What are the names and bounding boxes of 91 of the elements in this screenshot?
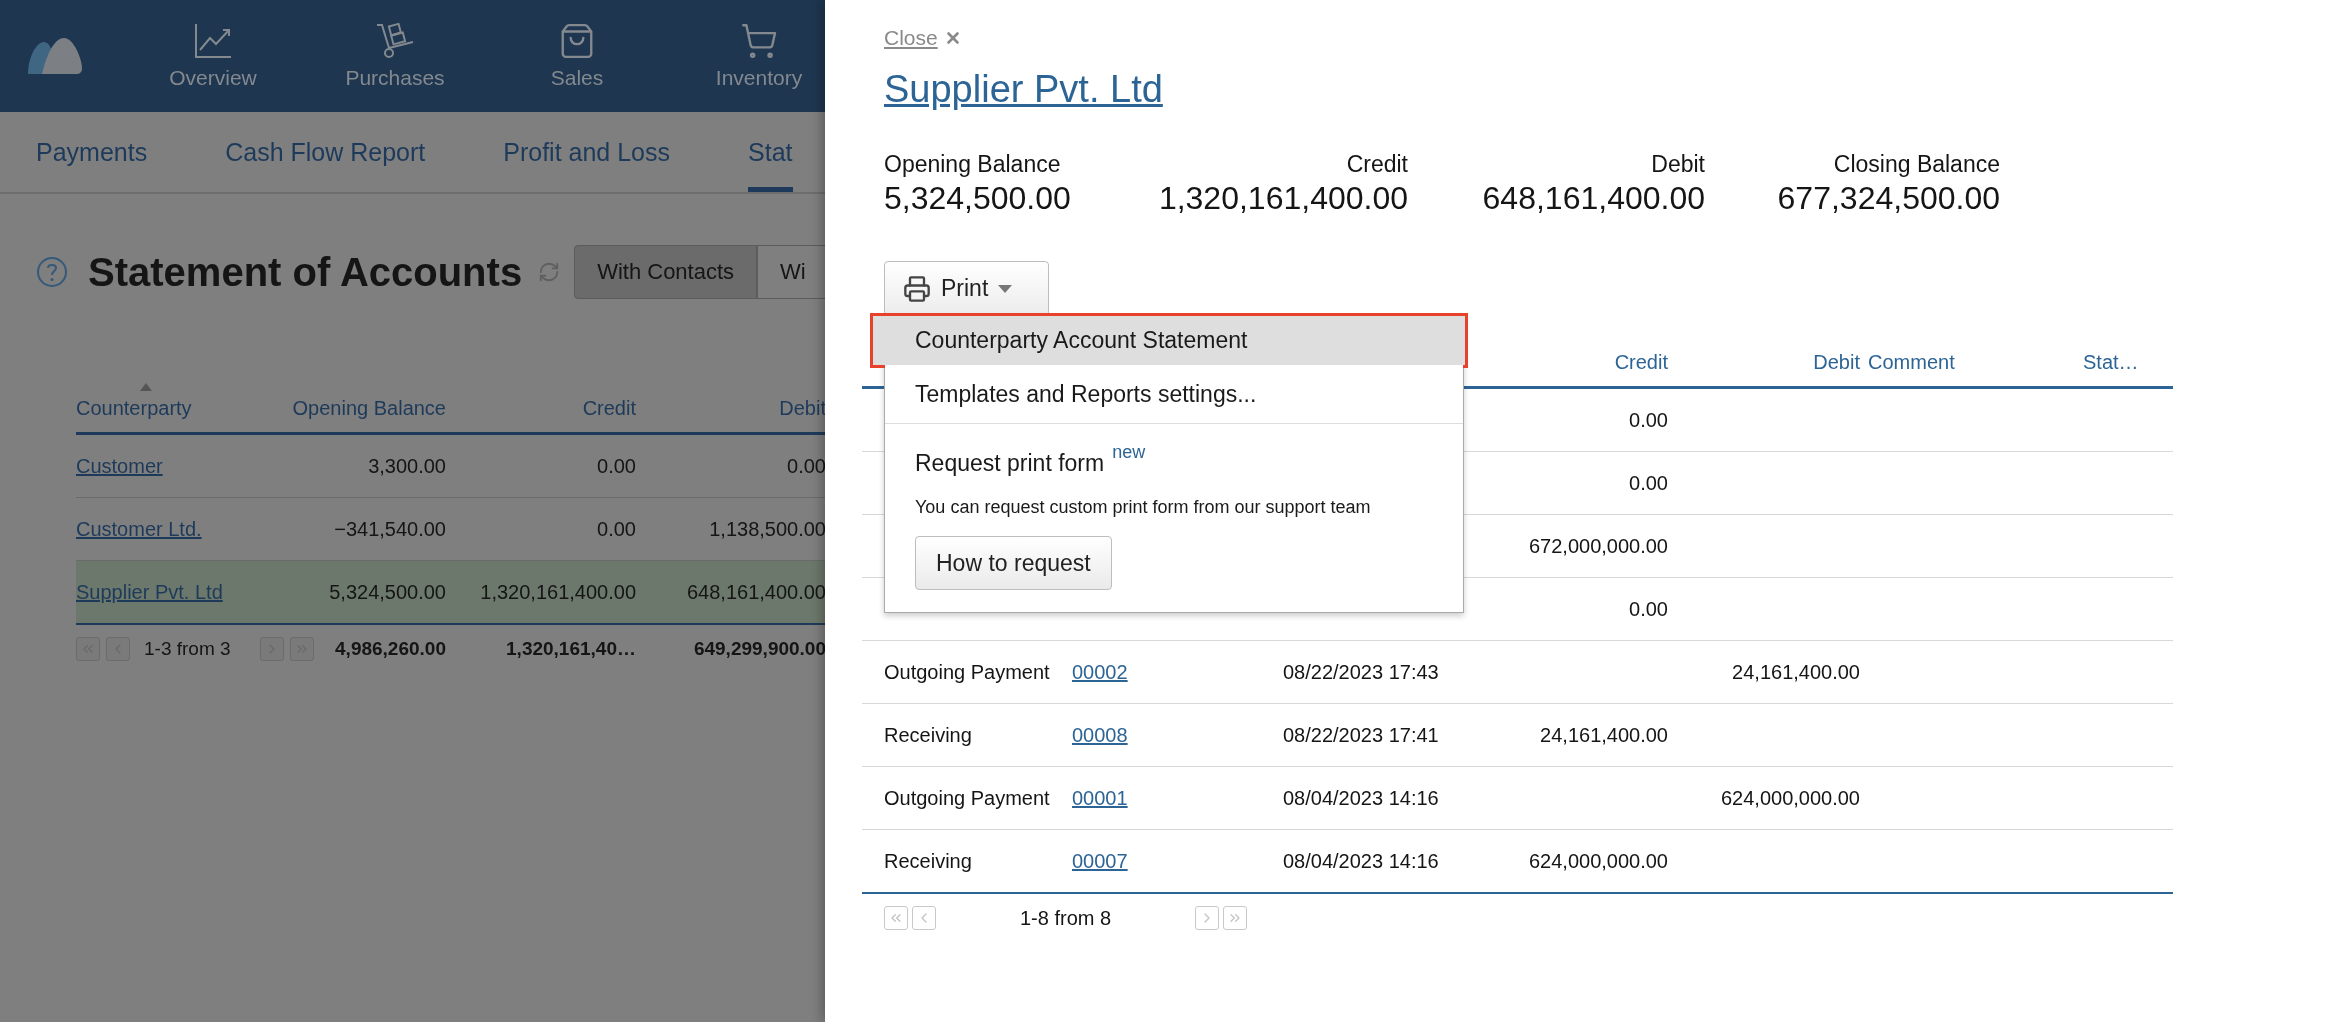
- table-cell-text: Receiving: [883, 723, 973, 747]
- table-cell-text: 08/22/2023 17:41: [1283, 723, 1440, 747]
- table-cell-text: 08/22/2023 17:43: [1283, 660, 1440, 684]
- column-header[interactable]: Credit: [1502, 350, 1668, 374]
- panel-title-link[interactable]: Supplier Pvt. Ltd: [884, 68, 2338, 111]
- column-header[interactable]: Counterparty: [76, 370, 260, 432]
- table-cell-text: 08/04/2023 14:16: [1283, 786, 1440, 810]
- record-count: 1-3 from 3: [144, 638, 231, 660]
- view-toggle-button[interactable]: With Contacts: [574, 245, 758, 299]
- close-link[interactable]: Close: [884, 26, 938, 50]
- counterparty-link[interactable]: Customer: [76, 454, 163, 477]
- new-label: new: [1112, 442, 1146, 463]
- printer-icon: [903, 274, 931, 303]
- table-cell-text: 0.00: [1628, 471, 1668, 495]
- nav-label: Overview: [169, 66, 257, 90]
- summary-value: 677,324,500.00: [1777, 180, 2000, 217]
- table-cell-text: 624,000,000.00: [1719, 786, 1860, 810]
- table-cell-text: Outgoing Payment: [883, 786, 1051, 810]
- request-print-form-label: Request print form: [915, 450, 1105, 477]
- hand-truck-icon: [375, 22, 415, 60]
- pager-button[interactable]: [912, 906, 936, 930]
- table-cell-text: 24,161,400.00: [1731, 660, 1860, 684]
- pager-button[interactable]: [1195, 906, 1220, 930]
- how-to-request-button[interactable]: How to request: [915, 536, 1112, 590]
- nav-item[interactable]: Overview: [122, 22, 304, 90]
- summary-label: Credit: [1346, 151, 1408, 178]
- table-cell-text: 1,138,500.00: [708, 517, 825, 541]
- table-cell-text: 648,161,400.00: [685, 580, 825, 604]
- summary-value: 1,320,161,400.00: [1158, 180, 1408, 217]
- summary-value: 648,161,400.00: [1482, 180, 1705, 217]
- total-cell-text: 649,299,900.00: [692, 638, 825, 660]
- table-cell-text: 672,000,000.00: [1527, 534, 1668, 558]
- table-cell-text: 0.00: [1628, 408, 1668, 432]
- table-cell-text: 0.00: [1628, 597, 1668, 621]
- table-cell-text: 624,000,000.00: [1527, 849, 1668, 873]
- pager-button[interactable]: [1223, 906, 1248, 930]
- summary-label: Opening Balance: [884, 151, 1061, 178]
- request-description: You can request custom print form from our support team: [915, 497, 1372, 518]
- shopping-cart-icon: [740, 22, 778, 60]
- document-link[interactable]: 00001: [1072, 786, 1128, 809]
- column-header[interactable]: Debit: [636, 370, 825, 432]
- table-cell-text: 08/04/2023 14:16: [1283, 849, 1440, 873]
- column-header[interactable]: Credit: [446, 370, 636, 432]
- document-link[interactable]: 00007: [1072, 849, 1128, 872]
- nav-label: Sales: [550, 66, 604, 90]
- table-cell-text: 1,320,161,400.00: [479, 580, 636, 604]
- table-cell-text: 0.00: [596, 454, 636, 478]
- help-icon[interactable]: [36, 256, 68, 288]
- refresh-icon[interactable]: [538, 261, 561, 283]
- nav-item[interactable]: Sales: [486, 22, 668, 90]
- sub-tab[interactable]: Payments: [36, 112, 148, 192]
- table-cell-text: 24,161,400.00: [1539, 723, 1668, 747]
- sort-arrow-icon: [140, 383, 152, 391]
- table-row[interactable]: Supplier Pvt. Ltd 5,324,500.00 1,320,161,400.00 648,161,400.00: [76, 561, 825, 625]
- print-button[interactable]: Print: [884, 261, 1049, 316]
- view-toggle-button[interactable]: Wi: [757, 245, 825, 299]
- table-cell-text: 3,300.00: [367, 454, 446, 478]
- record-count: 1-8 from 8: [1020, 906, 1112, 930]
- sub-tab[interactable]: Stat: [748, 112, 793, 192]
- counterparty-link[interactable]: Supplier Pvt. Ltd: [76, 580, 223, 603]
- table-cell-text: Receiving: [883, 849, 973, 873]
- nav-label: Inventory: [715, 66, 803, 90]
- total-cell-text: 4,986,260.00: [334, 638, 446, 660]
- nav-label: Purchases: [345, 66, 445, 90]
- menu-item[interactable]: Counterparty Account Statement: [873, 316, 1465, 365]
- sub-tab[interactable]: Cash Flow Report: [225, 112, 426, 192]
- summary-value: 5,324,500.00: [884, 180, 1071, 217]
- table-cell-text: Outgoing Payment: [883, 660, 1051, 684]
- document-link[interactable]: 00002: [1072, 660, 1128, 683]
- counterparty-link[interactable]: Customer Ltd.: [76, 517, 202, 540]
- column-header[interactable]: Stat…: [2083, 350, 2173, 374]
- column-header[interactable]: Debit: [1668, 350, 1860, 374]
- table-cell-text: 0.00: [786, 454, 825, 478]
- table-cell-text: −341,540.00: [333, 517, 446, 541]
- nav-item[interactable]: Purchases: [304, 22, 486, 90]
- column-header[interactable]: Comment: [1860, 350, 2083, 374]
- document-link[interactable]: 00008: [1072, 723, 1128, 746]
- total-cell-text: 1,320,161,40…: [505, 638, 636, 660]
- column-header[interactable]: Opening Balance: [260, 370, 446, 432]
- nav-item[interactable]: Inventory: [668, 22, 825, 90]
- summary-label: Closing Balance: [1833, 151, 2000, 178]
- sub-tab[interactable]: Profit and Loss: [503, 112, 670, 192]
- summary-label: Debit: [1651, 151, 1705, 178]
- table-cell-text: 5,324,500.00: [328, 580, 446, 604]
- page-title: Statement of Accounts: [88, 249, 523, 295]
- caret-icon: [998, 284, 1013, 293]
- menu-item[interactable]: Templates and Reports settings...: [885, 365, 1463, 424]
- logo-icon: [28, 36, 82, 76]
- pager-button[interactable]: [884, 906, 908, 930]
- table-cell-text: 0.00: [596, 517, 636, 541]
- chart-icon: [193, 22, 233, 60]
